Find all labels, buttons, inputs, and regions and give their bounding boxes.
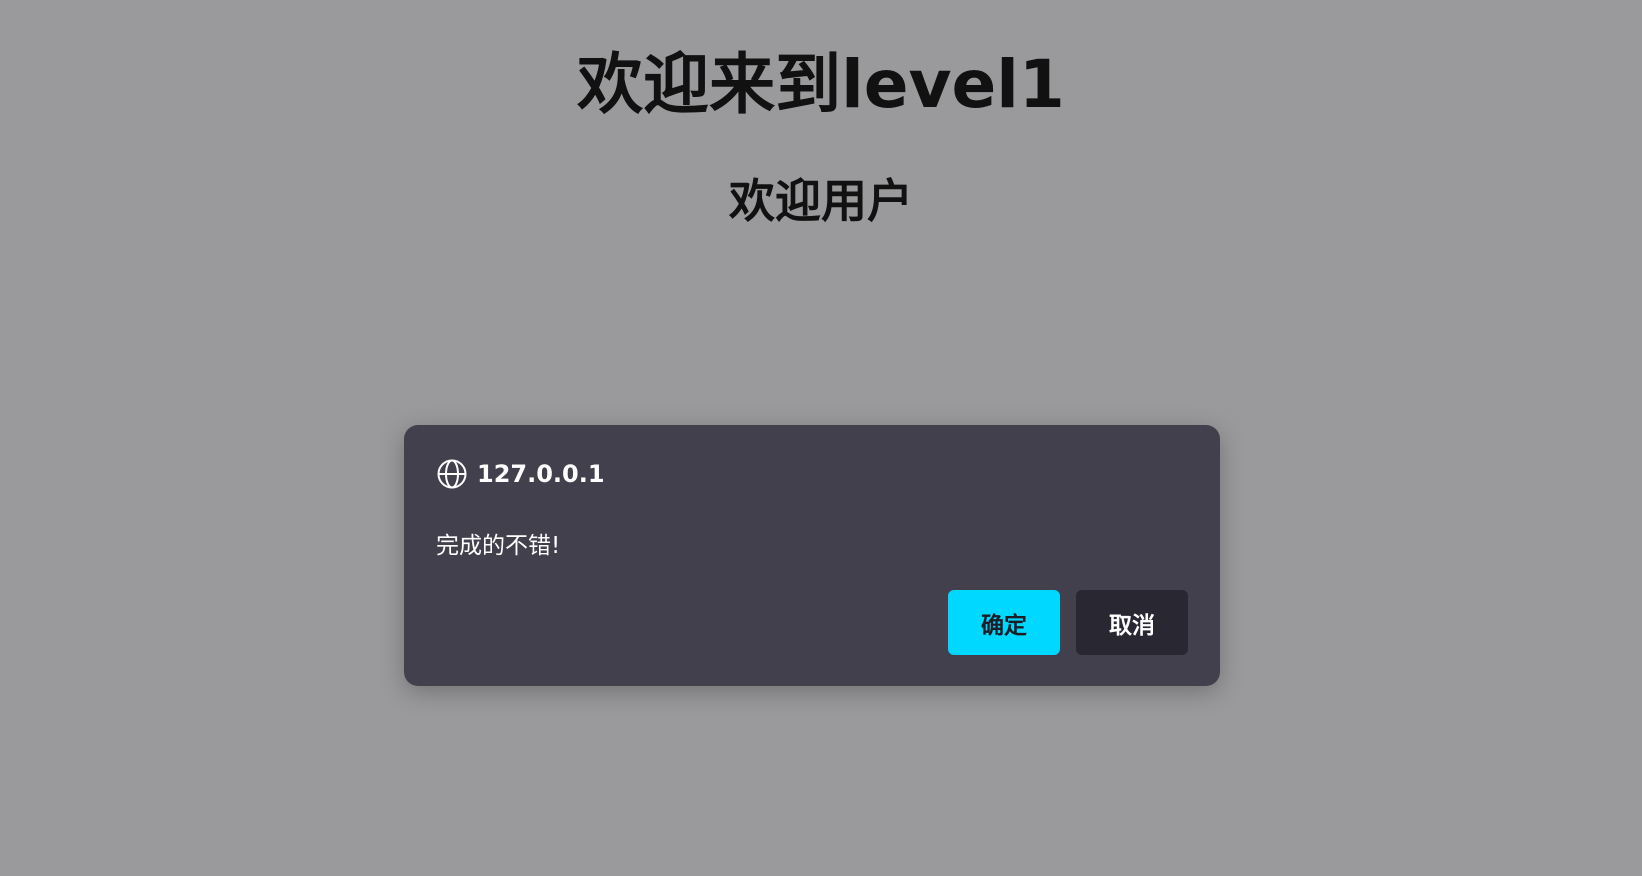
dialog-message: 完成的不错!: [436, 533, 561, 559]
dialog-origin: 127.0.0.1: [477, 460, 605, 488]
dialog-header: 127.0.0.1: [436, 458, 605, 490]
page-title: 欢迎来到level1: [577, 46, 1065, 123]
page-subtitle: 欢迎用户: [729, 174, 913, 228]
alert-dialog: 127.0.0.1 完成的不错! 确定 取消: [404, 425, 1220, 686]
cancel-button[interactable]: 取消: [1076, 590, 1188, 655]
globe-icon: [437, 459, 467, 489]
ok-button[interactable]: 确定: [948, 590, 1060, 655]
